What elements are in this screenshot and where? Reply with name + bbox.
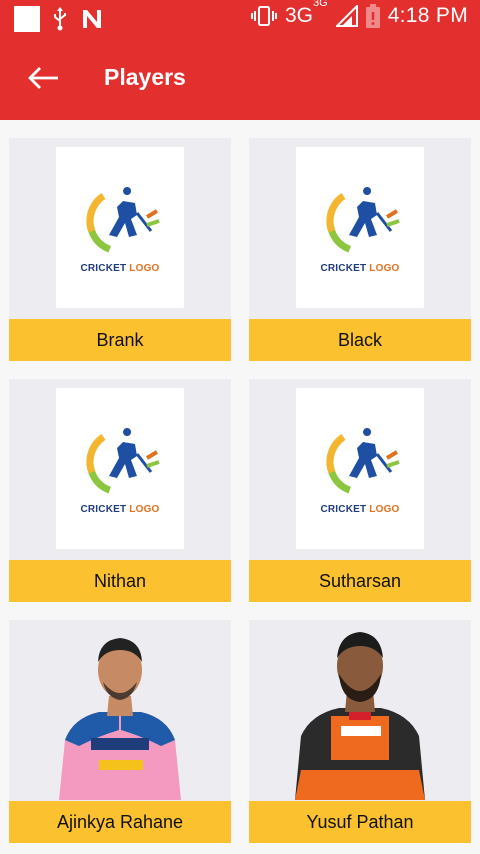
player-name: Nithan (9, 560, 231, 602)
network-type: 3G3G (284, 0, 328, 28)
cricket-logo-icon: CRICKET LOGO (80, 427, 160, 515)
usb-icon (54, 7, 66, 31)
player-thumbnail: CRICKET LOGO (56, 147, 184, 308)
status-bar: 3G3G 4:18 PM (0, 0, 480, 38)
n-app-icon (83, 10, 101, 28)
svg-text:CRICKET LOGO: CRICKET LOGO (320, 504, 399, 515)
notification-square-icon (14, 6, 40, 32)
player-card[interactable]: CRICKET LOGO Nithan (9, 379, 231, 602)
battery-icon (365, 4, 380, 28)
player-card[interactable]: CRICKET LOGO Black (249, 138, 471, 361)
svg-text:CRICKET LOGO: CRICKET LOGO (320, 263, 399, 274)
player-name: Sutharsan (249, 560, 471, 602)
player-photo (59, 638, 181, 800)
app-bar: Players (0, 38, 480, 120)
player-card[interactable]: Ajinkya Rahane (9, 620, 231, 843)
cricket-logo-icon: CRICKET LOGO (80, 186, 160, 274)
vibrate-icon (250, 6, 277, 26)
svg-text:CRICKET LOGO: CRICKET LOGO (80, 263, 159, 274)
player-card[interactable]: CRICKET LOGO Sutharsan (249, 379, 471, 602)
cricket-logo-icon: CRICKET LOGO (320, 427, 400, 515)
page-title: Players (104, 64, 186, 90)
network-sup-label: 3G (313, 0, 328, 9)
status-left (14, 6, 104, 32)
player-thumbnail: CRICKET LOGO (56, 388, 184, 549)
player-thumbnail: CRICKET LOGO (296, 147, 424, 308)
signal-icon (335, 5, 358, 27)
cricket-logo-icon: CRICKET LOGO (320, 186, 400, 274)
clock: 4:18 PM (387, 4, 468, 27)
players-grid: CRICKET LOGO Brank CRICKET LOGO Black CR… (0, 120, 480, 854)
svg-text:CRICKET LOGO: CRICKET LOGO (80, 504, 159, 515)
player-name: Yusuf Pathan (249, 801, 471, 843)
player-thumbnail: CRICKET LOGO (296, 388, 424, 549)
back-button[interactable] (24, 62, 64, 94)
player-name: Ajinkya Rahane (9, 801, 231, 843)
back-arrow-icon (28, 67, 58, 89)
player-name: Brank (9, 319, 231, 361)
network-label: 3G (284, 4, 313, 27)
player-card[interactable]: Yusuf Pathan (249, 620, 471, 843)
player-photo (295, 632, 425, 800)
status-right: 3G3G 4:18 PM (250, 0, 468, 28)
player-name: Black (249, 319, 471, 361)
player-card[interactable]: CRICKET LOGO Brank (9, 138, 231, 361)
